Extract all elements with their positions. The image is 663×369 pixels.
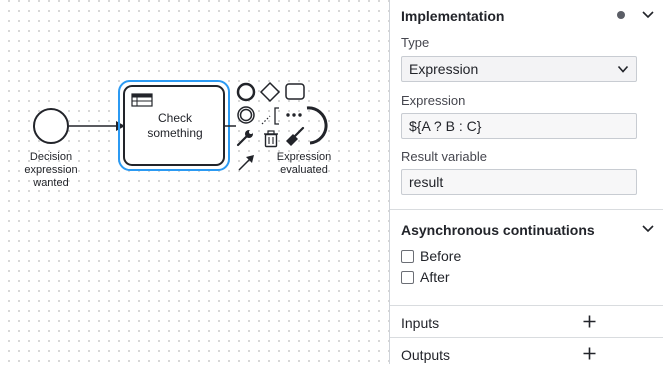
task-label-line: something: [147, 126, 203, 140]
data-marker-dot-icon: [617, 11, 625, 19]
type-select[interactable]: Expression: [401, 56, 637, 82]
connect-arrow-icon[interactable]: [238, 155, 254, 171]
add-input-plus-icon[interactable]: [583, 315, 596, 328]
diagram-canvas[interactable]: Decision expression wanted Check somethi…: [0, 0, 389, 364]
more-options-icon[interactable]: [286, 113, 302, 117]
async-group-header[interactable]: Asynchronous continuations: [390, 214, 663, 244]
append-task-icon[interactable]: [285, 83, 305, 100]
end-event-label-line: evaluated: [280, 164, 328, 176]
group-divider: [390, 305, 663, 306]
append-gateway-icon[interactable]: [259, 81, 281, 103]
implementation-title: Implementation: [401, 8, 505, 24]
delete-trash-icon[interactable]: [264, 130, 278, 148]
outputs-title: Outputs: [401, 347, 451, 363]
implementation-group-header[interactable]: Implementation: [390, 0, 663, 30]
task-label-line: Check: [157, 111, 192, 125]
chevron-down-icon[interactable]: [641, 10, 655, 20]
start-event-label: Decision expression wanted: [18, 151, 84, 190]
wrench-icon[interactable]: [236, 130, 253, 147]
after-label: After: [420, 269, 450, 285]
append-end-event-icon[interactable]: [236, 82, 256, 102]
group-divider: [390, 209, 663, 210]
start-event-label-line: expression: [24, 164, 78, 176]
expression-label: Expression: [401, 93, 466, 108]
add-output-plus-icon[interactable]: [583, 347, 596, 360]
end-event[interactable]: [306, 106, 328, 145]
result-variable-label: Result variable: [401, 149, 487, 164]
outputs-group-header[interactable]: Outputs: [390, 339, 663, 369]
chevron-down-icon[interactable]: [641, 224, 655, 234]
group-divider: [390, 337, 663, 338]
after-checkbox[interactable]: [401, 271, 414, 284]
result-variable-input[interactable]: result: [401, 169, 637, 195]
inputs-group-header[interactable]: Inputs: [390, 307, 663, 337]
start-event[interactable]: [33, 108, 69, 144]
before-label: Before: [420, 248, 462, 264]
start-event-label-line: wanted: [33, 177, 69, 189]
append-intermediate-event-icon[interactable]: [237, 106, 255, 124]
end-event-label-line: Expression: [276, 151, 332, 163]
expression-input[interactable]: ${A ? B : C}: [401, 113, 637, 139]
task-label: Check something: [128, 111, 222, 141]
async-title: Asynchronous continuations: [401, 222, 595, 238]
type-label: Type: [401, 35, 430, 50]
color-brush-icon[interactable]: [286, 126, 305, 146]
end-event-label: Expression evaluated: [268, 151, 340, 177]
before-checkbox[interactable]: [401, 250, 414, 263]
connect-dotted-icon[interactable]: [261, 115, 271, 125]
properties-panel: Implementation Type Expression Expressio…: [389, 0, 663, 364]
start-event-label-line: Decision: [29, 151, 73, 163]
type-select-value: Expression: [409, 61, 479, 77]
business-rule-table-icon: [131, 93, 153, 107]
text-annotation-icon[interactable]: [274, 107, 279, 125]
inputs-title: Inputs: [401, 315, 440, 331]
select-chevron-down-icon: [617, 65, 629, 73]
